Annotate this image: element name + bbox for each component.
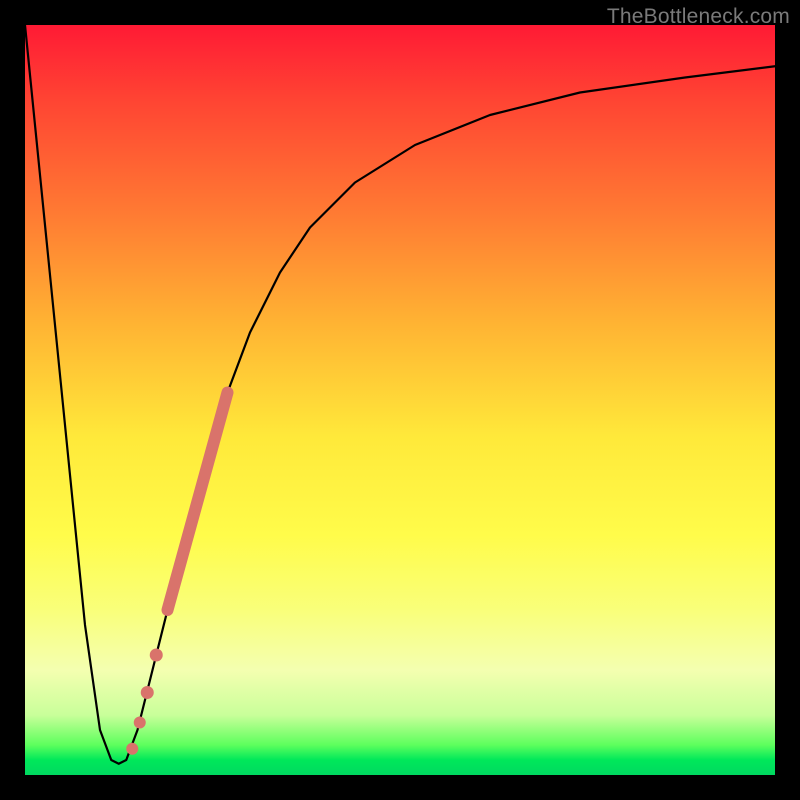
chart-frame: TheBottleneck.com [0,0,800,800]
bottleneck-curve [25,25,775,764]
plot-area [25,25,775,775]
highlight-segment [168,393,228,611]
highlight-dot [134,717,146,729]
highlight-dot [141,686,154,699]
highlight-dot [150,649,163,662]
attribution-text: TheBottleneck.com [607,5,790,29]
highlight-dot [126,743,138,755]
chart-svg [25,25,775,775]
